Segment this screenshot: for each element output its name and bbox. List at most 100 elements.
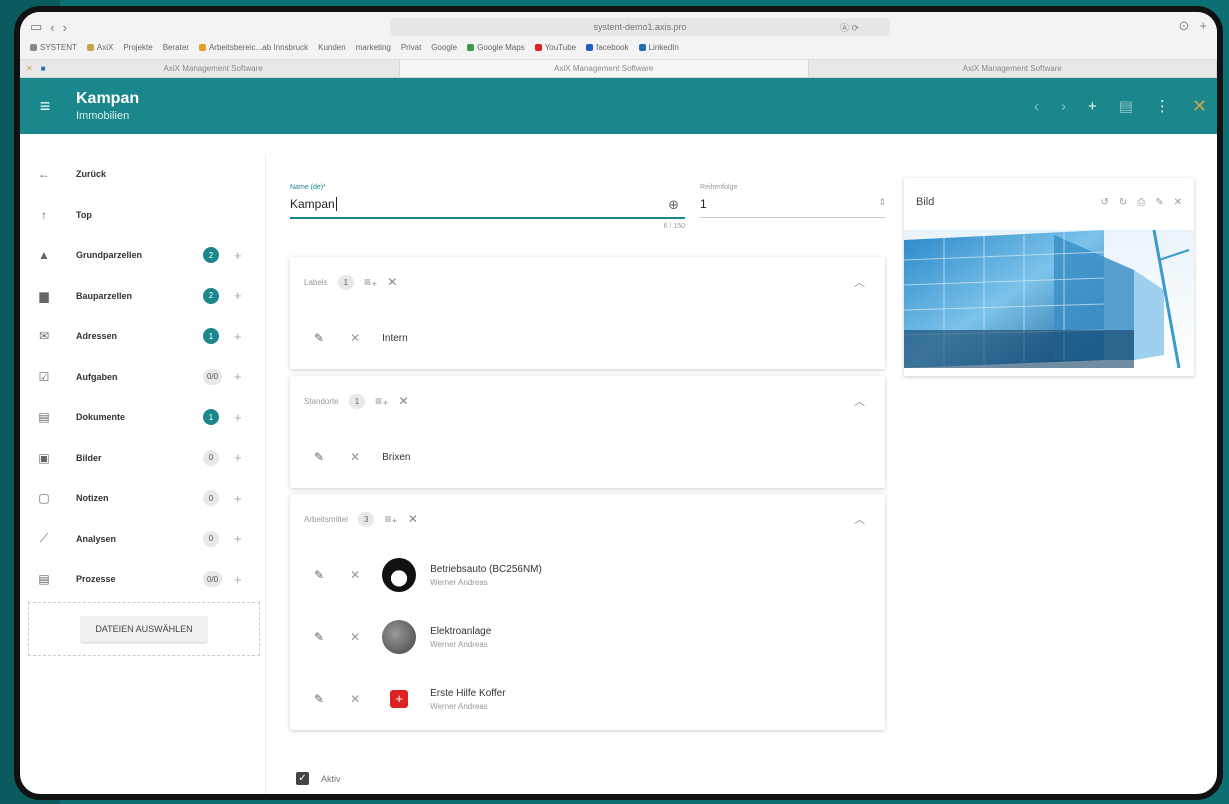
list-item: ✎ ✕ Intern [290,307,885,369]
stepper-icon[interactable]: ⇕ [878,197,886,208]
add-list-icon[interactable]: ≡₊ [375,394,388,408]
rotate-right-icon[interactable]: ↻ [1119,197,1127,208]
sidebar-item-label: Bilder [76,452,102,463]
more-icon[interactable]: ⋮ [1155,97,1170,115]
add-icon[interactable]: + [234,369,242,384]
remove-icon[interactable]: ✕ [350,692,360,706]
browser-tab[interactable]: AxiX Management Software [809,60,1217,77]
add-icon[interactable]: + [234,450,242,465]
bookmark-item[interactable]: Arbeitsbereic...ab Innsbruck [198,43,308,52]
sidebar-toggle-icon[interactable]: ▭ [30,19,42,35]
order-input[interactable]: 1 [700,197,707,211]
rotate-left-icon[interactable]: ↺ [1100,197,1108,208]
checkbox-icon[interactable]: ✓ [296,772,309,785]
bookmark-item[interactable]: Berater [163,43,189,52]
remove-icon[interactable]: ✕ [350,331,360,345]
aktiv-checkbox-row[interactable]: ✓ Aktiv [296,772,341,785]
bookmark-item[interactable]: SYSTENT [30,43,77,52]
sidebar-item-grundparzellen[interactable]: ▲ Grundparzellen 2 + [20,235,265,276]
add-icon[interactable]: + [234,491,242,506]
sidebar-item-bauparzellen[interactable]: ▆ Bauparzellen 2 + [20,276,265,317]
bookmark-item[interactable]: Google [431,43,457,52]
bookmark-item[interactable]: Google Maps [467,43,525,52]
sidebar-item-notizen[interactable]: ▢ Notizen 0 + [20,478,265,519]
clear-icon[interactable]: ✕ [408,512,418,526]
previous-icon[interactable]: ‹ [1034,98,1039,115]
list-item: ✎ ✕ Betriebsauto (BC256NM) Werner Andrea… [290,544,885,606]
add-icon[interactable]: + [234,531,242,546]
sidebar-item-label: Analysen [76,533,117,544]
add-icon[interactable]: + [234,248,242,263]
bookmark-item[interactable]: LinkedIn [638,43,679,52]
browser-tab[interactable]: AxiX Management Software [400,60,809,77]
back-icon[interactable]: ‹ [50,20,54,35]
url-bar[interactable]: systent-demo1.axis.pro [390,18,890,36]
bookmark-item[interactable]: Kunden [318,43,346,52]
edit-icon[interactable]: ✎ [314,331,324,345]
edit-icon[interactable]: ✎ [314,568,324,582]
bookmarks-bar: SYSTENT AxiX Projekte Berater Arbeitsber… [30,39,1207,55]
prozesse-icon: ▤ [38,572,50,587]
bookmark-item[interactable]: YouTube [534,43,576,52]
chevron-up-icon[interactable]: ︿ [854,511,865,527]
name-field[interactable]: Name (de)* Kampan ⊕ 6 / 150 [290,184,685,230]
edit-icon[interactable]: ✎ [314,630,324,644]
menu-icon[interactable]: ≡ [20,96,70,117]
clear-icon[interactable]: ✕ [399,394,409,408]
sidebar-item-aufgaben[interactable]: ☑ Aufgaben 0/0 + [20,357,265,398]
sidebar-item-top[interactable]: ↑ Top [20,195,265,236]
clear-icon[interactable]: ✕ [387,275,397,289]
name-input[interactable]: Kampan [290,197,335,211]
sidebar-item-dokumente[interactable]: ▤ Dokumente 1 + [20,397,265,438]
bookmark-item[interactable]: marketing [356,43,391,52]
aufgaben-icon: ☑ [38,369,50,384]
sidebar-item-adressen[interactable]: ✉ Adressen 1 + [20,316,265,357]
remove-icon[interactable]: ✕ [350,568,360,582]
list-item: ✎ ✕ + Erste Hilfe Koffer Werner Andreas [290,668,885,730]
new-tab-icon[interactable]: + [1199,18,1207,34]
notizen-icon: ▢ [38,491,50,506]
sidebar-item-label: Top [76,209,92,220]
print-icon[interactable]: ⎙ [1137,197,1145,208]
edit-icon[interactable]: ✎ [314,692,324,706]
add-icon[interactable]: + [234,288,242,303]
screen: ▭ ‹ › systent-demo1.axis.pro Ⓐ ⟳ ⊙ + SYS… [20,12,1217,794]
select-files-button[interactable]: DATEIEN AUSWÄHLEN [81,616,207,642]
adressen-icon: ✉ [38,329,50,344]
globe-icon[interactable]: ⊕ [668,197,679,213]
browser-toolbar: ▭ ‹ › systent-demo1.axis.pro Ⓐ ⟳ ⊙ + SYS… [20,12,1217,60]
add-icon[interactable]: + [1088,98,1097,115]
sidebar-item-prozesse[interactable]: ▤ Prozesse 0/0 + [20,559,265,600]
save-icon[interactable]: ▤ [1119,97,1133,115]
add-list-icon[interactable]: ≡₊ [364,275,377,289]
labels-card: Labels 1 ≡₊ ✕ ︿ ✎ ✕ Intern [290,257,885,369]
grundparzellen-icon: ▲ [38,248,50,263]
add-list-icon[interactable]: ≡₊ [384,512,397,526]
chevron-up-icon[interactable]: ︿ [854,393,865,409]
remove-icon[interactable]: ✕ [350,630,360,644]
add-icon[interactable]: + [234,572,242,587]
remove-icon[interactable]: ✕ [350,450,360,464]
sidebar-item-analysen[interactable]: ⟋ Analysen 0 + [20,519,265,560]
edit-icon[interactable]: ✎ [314,450,324,464]
browser-tab[interactable]: ✕ ■ AxiX Management Software [20,60,400,77]
sidebar-item-zurück[interactable]: ← Zurück [20,154,265,195]
zurück-icon: ← [38,167,50,182]
edit-image-icon[interactable]: ✎ [1155,197,1163,208]
order-field[interactable]: Reihenfolge 1 ⇕ [700,184,886,218]
chevron-up-icon[interactable]: ︿ [854,274,865,290]
page-title: Kampan [76,90,140,107]
bookmark-item[interactable]: Privat [401,43,421,52]
forward-icon[interactable]: › [63,20,67,35]
sidebar-item-label: Bauparzellen [76,290,133,301]
sidebar-item-bilder[interactable]: ▣ Bilder 0 + [20,438,265,479]
bookmark-item[interactable]: facebook [586,43,629,52]
download-icon[interactable]: ⊙ [1179,18,1190,34]
bookmark-item[interactable]: AxiX [86,43,113,52]
bookmark-item[interactable]: Projekte [123,43,152,52]
close-icon[interactable]: ✕ [1174,197,1182,208]
add-icon[interactable]: + [234,410,242,425]
upload-dropzone[interactable]: DATEIEN AUSWÄHLEN [28,602,260,656]
next-icon[interactable]: › [1061,98,1066,115]
add-icon[interactable]: + [234,329,242,344]
